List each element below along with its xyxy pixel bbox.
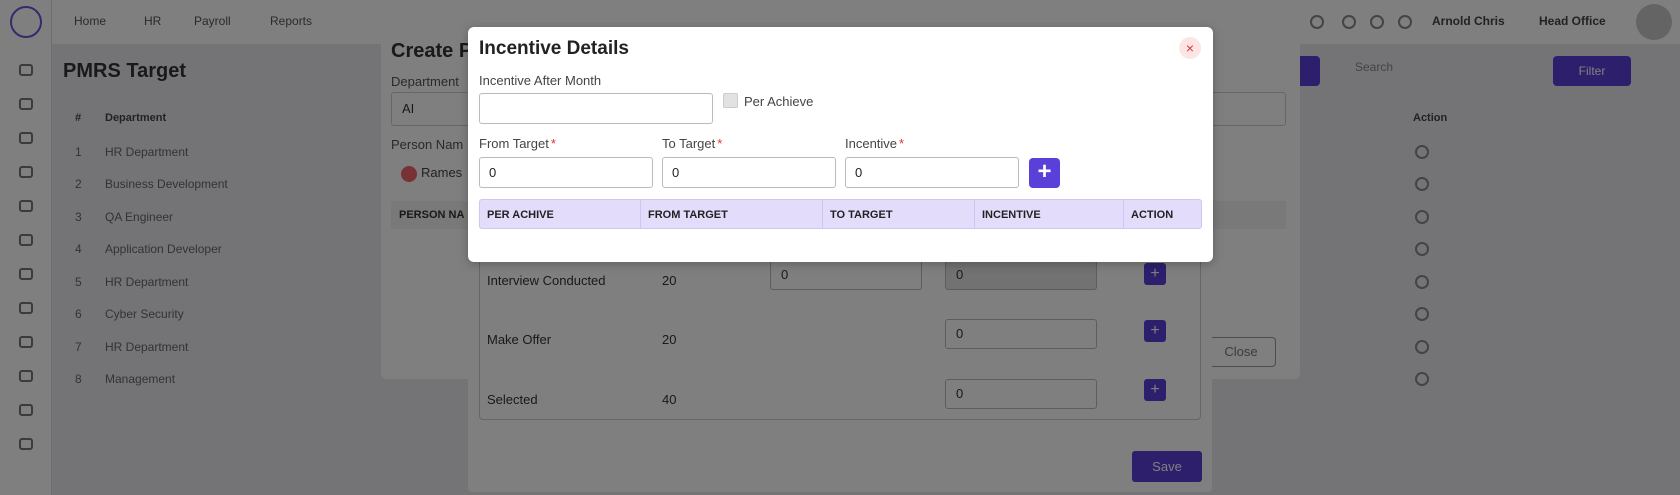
required-mark: *: [717, 136, 723, 151]
per-achieve-label: Per Achieve: [744, 94, 814, 109]
column-to-target: TO TARGET: [830, 209, 893, 221]
incentive-after-month-label: Incentive After Month: [479, 73, 602, 88]
incentive-label: Incentive *: [845, 136, 905, 151]
required-mark: *: [899, 136, 905, 151]
incentive-table-header: PER ACHIVE FROM TARGET TO TARGET INCENTI…: [479, 199, 1202, 229]
column-action: ACTION: [1131, 209, 1174, 221]
incentive-details-modal: Incentive Details × Incentive After Mont…: [468, 27, 1213, 262]
required-mark: *: [550, 136, 556, 151]
to-target-label: To Target *: [662, 136, 723, 151]
incentive-after-month-input[interactable]: [479, 93, 713, 124]
from-target-input[interactable]: [479, 157, 653, 188]
column-from-target: FROM TARGET: [648, 209, 728, 221]
per-achieve-checkbox[interactable]: [723, 93, 738, 108]
column-per-achive: PER ACHIVE: [487, 209, 554, 221]
close-icon[interactable]: ×: [1179, 37, 1201, 59]
to-target-input[interactable]: [662, 157, 836, 188]
add-row-button[interactable]: +: [1029, 158, 1060, 188]
column-incentive: INCENTIVE: [982, 209, 1041, 221]
incentive-input[interactable]: [845, 157, 1019, 188]
from-target-label: From Target *: [479, 136, 556, 151]
modal-title: Incentive Details: [479, 38, 629, 59]
